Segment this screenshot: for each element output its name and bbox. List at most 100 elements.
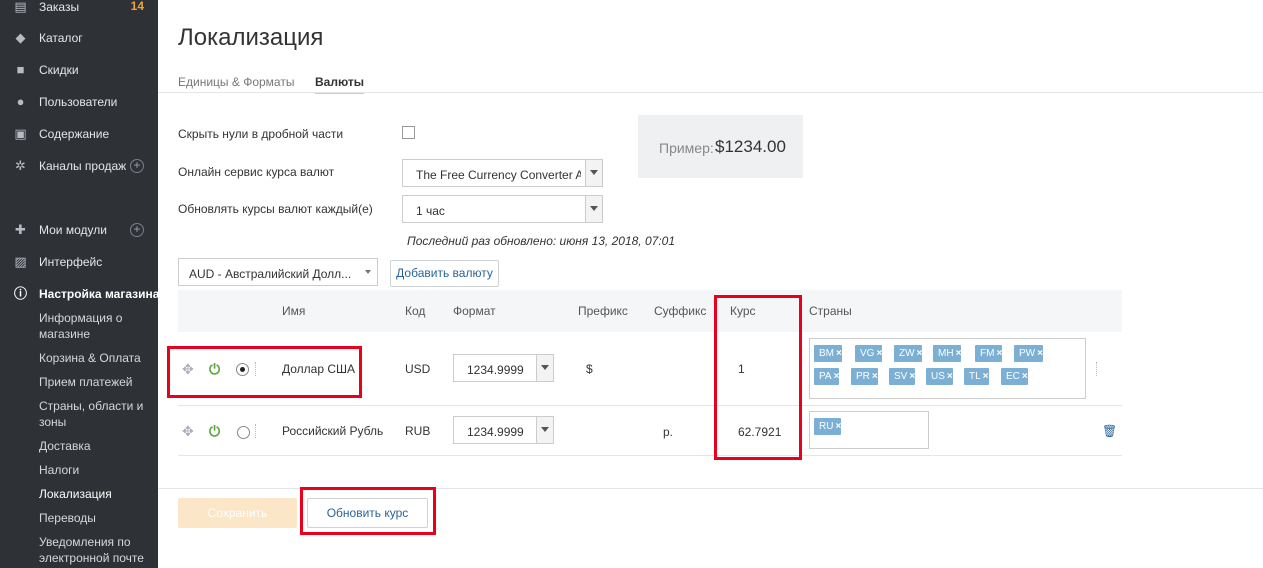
sidebar-item-label: Каталог: [39, 31, 83, 45]
tabs-divider: [158, 92, 1263, 93]
sidebar-sub-delivery[interactable]: Доставка: [39, 438, 154, 454]
row-divider: [255, 362, 258, 376]
countries-tag-input[interactable]: RU ×: [809, 411, 929, 449]
sidebar-item-label: Заказы: [39, 0, 80, 14]
image-icon: ▨: [14, 254, 27, 269]
close-icon: ×: [871, 371, 878, 382]
puzzle-icon: ✚: [15, 222, 26, 237]
update-interval-select[interactable]: 1 час: [402, 195, 603, 223]
country-tag[interactable]: MH ×: [933, 345, 962, 362]
example-label: Пример:: [659, 140, 714, 156]
sidebar-sub-payment-acceptance[interactable]: Прием платежей: [39, 374, 154, 390]
sidebar-sub-countries[interactable]: Страны, области и зоны: [39, 398, 154, 430]
close-icon: ×: [955, 348, 962, 359]
close-icon: ×: [982, 371, 989, 382]
sales-channels-icon: ✲: [15, 158, 26, 173]
close-icon: ×: [946, 371, 953, 382]
update-rate-button[interactable]: Обновить курс: [307, 498, 428, 528]
sidebar-item-sales-channels[interactable]: ✲ Каналы продаж +: [0, 155, 158, 177]
chevron-down-icon: [365, 270, 371, 274]
sidebar-sub-email-notifications[interactable]: Уведомления по электронной почте: [39, 534, 154, 566]
country-tag[interactable]: ZW ×: [894, 345, 923, 362]
country-tag[interactable]: PA ×: [814, 368, 840, 385]
close-icon: ×: [835, 421, 842, 432]
sidebar-sub-localization[interactable]: Локализация: [39, 486, 154, 502]
sidebar-item-orders[interactable]: ▤ Заказы 14: [0, 0, 158, 18]
tab-units-formats[interactable]: Единицы & Форматы: [178, 75, 294, 89]
col-header-name: Имя: [282, 304, 306, 318]
close-icon: ×: [836, 348, 842, 359]
add-sales-channel-icon[interactable]: +: [130, 159, 144, 173]
format-value: 1234.9999: [467, 425, 524, 439]
col-header-rate: Курс: [730, 304, 756, 318]
sidebar-sub-translations[interactable]: Переводы: [39, 510, 154, 526]
add-currency-select[interactable]: AUD - Австралийский Долл...: [178, 258, 378, 286]
country-tag[interactable]: FM ×: [975, 345, 1003, 362]
currency-code: USD: [405, 362, 431, 376]
save-button[interactable]: Сохранить: [178, 498, 297, 528]
col-header-suffix: Суффикс: [654, 304, 707, 318]
chevron-down-icon: [585, 196, 602, 222]
close-icon: ×: [996, 348, 1003, 359]
row-separator: [178, 455, 1122, 456]
sidebar-item-label: Интерфейс: [39, 255, 103, 269]
country-tag[interactable]: SV ×: [889, 368, 916, 385]
country-tag[interactable]: PW ×: [1014, 345, 1043, 362]
currency-code: RUB: [405, 424, 431, 438]
sidebar-item-catalog[interactable]: ◆ Каталог: [0, 27, 158, 49]
default-currency-radio[interactable]: [236, 363, 249, 376]
main-content: Локализация Единицы & Форматы Валюты Скр…: [158, 0, 1263, 568]
country-tag[interactable]: PR ×: [851, 368, 878, 385]
sidebar-item-content[interactable]: ▣ Содержание: [0, 123, 158, 145]
info-icon: ⓘ: [13, 286, 27, 301]
currency-suffix: р.: [663, 425, 674, 439]
footer-divider: [158, 488, 1263, 489]
add-module-icon[interactable]: +: [130, 223, 144, 237]
trash-icon[interactable]: 🗑: [1102, 424, 1117, 438]
currency-rate: 1: [738, 362, 745, 376]
sidebar-item-users[interactable]: ● Пользователи: [0, 91, 158, 113]
country-tag[interactable]: RU ×: [814, 418, 842, 435]
close-icon: ×: [833, 371, 840, 382]
sidebar-sub-taxes[interactable]: Налоги: [39, 462, 154, 478]
sidebar-item-discounts[interactable]: ■ Скидки: [0, 59, 158, 81]
country-tag[interactable]: TL ×: [964, 368, 989, 385]
orders-count-badge: 14: [130, 0, 144, 13]
close-icon: ×: [876, 348, 883, 359]
row-divider: [1096, 362, 1099, 376]
rate-service-value: The Free Currency Converter A: [416, 168, 581, 182]
sidebar-item-store-settings[interactable]: ⓘ Настройка магазина: [0, 283, 159, 305]
format-select[interactable]: 1234.9999: [453, 354, 554, 382]
format-example-box: Пример: $1234.00: [638, 115, 803, 178]
format-select[interactable]: 1234.9999: [453, 416, 554, 444]
col-header-prefix: Префикс: [578, 304, 628, 318]
hide-zeros-checkbox[interactable]: [402, 126, 415, 139]
drag-handle-icon[interactable]: ✥: [182, 362, 196, 376]
country-tag[interactable]: EC ×: [1001, 368, 1028, 385]
col-header-format: Формат: [453, 304, 496, 318]
orders-icon: ▤: [14, 0, 27, 14]
power-icon[interactable]: ⏻: [209, 424, 223, 438]
sidebar-sub-store-info[interactable]: Информация о магазине: [39, 310, 154, 342]
sidebar-sub-cart-payment[interactable]: Корзина & Оплата: [39, 350, 154, 366]
sidebar-item-label: Мои модули: [39, 223, 107, 237]
countries-tag-input[interactable]: BM × VG × ZW × MH × FM × PW × PA × PR × SV × US × …: [809, 338, 1086, 399]
sidebar-item-my-modules[interactable]: ✚ Мои модули +: [0, 219, 158, 241]
sidebar-item-label: Каналы продаж: [39, 159, 127, 173]
currency-name: Доллар США: [282, 362, 356, 376]
sidebar-item-label: Скидки: [39, 63, 79, 77]
country-tag[interactable]: BM ×: [814, 345, 842, 362]
format-value: 1234.9999: [467, 363, 524, 377]
power-icon[interactable]: ⏻: [209, 362, 223, 376]
hide-zeros-label: Скрыть нули в дробной части: [178, 127, 344, 141]
country-tag[interactable]: VG ×: [855, 345, 883, 362]
drag-handle-icon[interactable]: ✥: [182, 424, 196, 438]
chevron-down-icon: [536, 417, 553, 443]
add-currency-button[interactable]: Добавить валюту: [390, 260, 499, 287]
default-currency-radio[interactable]: [237, 426, 250, 439]
sidebar-item-label: Пользователи: [39, 95, 118, 109]
rate-service-select[interactable]: The Free Currency Converter A: [402, 159, 603, 187]
sidebar-item-interface[interactable]: ▨ Интерфейс: [0, 251, 158, 273]
row-separator: [178, 405, 1122, 406]
country-tag[interactable]: US ×: [926, 368, 953, 385]
